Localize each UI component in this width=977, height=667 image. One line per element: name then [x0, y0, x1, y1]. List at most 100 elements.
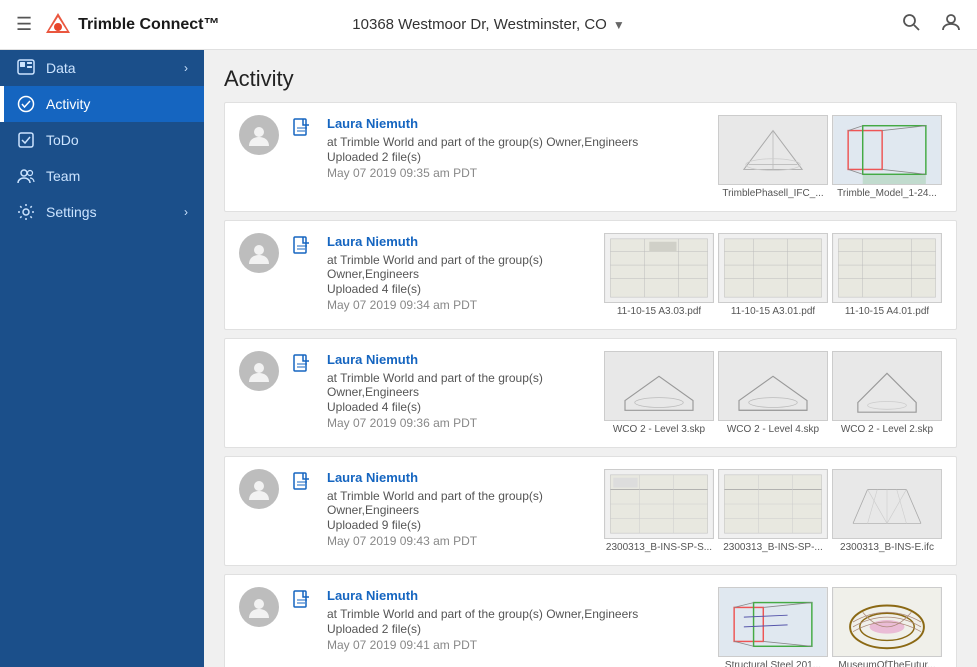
- thumbnail[interactable]: [718, 233, 828, 303]
- todo-icon: [16, 130, 36, 150]
- activity-meta: Uploaded 4 file(s): [327, 282, 592, 296]
- thumb-wrap[interactable]: WCO 2 - Level 3.skp: [604, 351, 714, 435]
- activity-item: Laura Niemuth at Trimble World and part …: [224, 220, 957, 330]
- avatar: [239, 233, 279, 273]
- sidebar-activity-label: Activity: [46, 96, 188, 112]
- activity-user-link[interactable]: Laura Niemuth: [327, 116, 418, 131]
- thumb-label: 11-10-15 A4.01.pdf: [845, 306, 929, 317]
- activity-meta: Uploaded 4 file(s): [327, 400, 592, 414]
- activity-time: May 07 2019 09:41 am PDT: [327, 638, 706, 652]
- activity-meta: Uploaded 2 file(s): [327, 622, 706, 636]
- activity-user-link[interactable]: Laura Niemuth: [327, 352, 418, 367]
- header: ☰ Trimble Connect™ 10368 Westmoor Dr, We…: [0, 0, 977, 50]
- menu-icon[interactable]: ☰: [16, 14, 32, 35]
- header-actions: [901, 12, 961, 38]
- sidebar-settings-arrow: ›: [184, 205, 188, 219]
- logo: Trimble Connect™: [44, 11, 219, 39]
- project-title-text: 10368 Westmoor Dr, Westminster, CO: [352, 16, 607, 33]
- thumb-wrap[interactable]: TrimblePhasell_IFC_...: [718, 115, 828, 199]
- activity-thumbnails: WCO 2 - Level 3.skp WCO 2 - Level 4.skp: [604, 351, 942, 435]
- thumbnail[interactable]: [832, 115, 942, 185]
- sidebar-todo-label: ToDo: [46, 132, 188, 148]
- file-icon: [291, 353, 315, 377]
- activity-time: May 07 2019 09:34 am PDT: [327, 298, 592, 312]
- activity-header: Activity: [204, 50, 977, 102]
- thumb-wrap[interactable]: MuseumOfTheFutur...: [832, 587, 942, 667]
- thumbnail[interactable]: [718, 469, 828, 539]
- thumb-wrap[interactable]: 11-10-15 A4.01.pdf: [832, 233, 942, 317]
- thumbnail[interactable]: [718, 587, 828, 657]
- activity-title: Activity: [224, 66, 957, 92]
- sidebar-item-data[interactable]: Data ›: [0, 50, 204, 86]
- activity-thumbnails: 11-10-15 A3.03.pdf: [604, 233, 942, 317]
- avatar: [239, 587, 279, 627]
- account-icon[interactable]: [941, 12, 961, 38]
- thumbnail[interactable]: [718, 351, 828, 421]
- thumbnail[interactable]: [718, 115, 828, 185]
- activity-user-link[interactable]: Laura Niemuth: [327, 588, 418, 603]
- activity-time: May 07 2019 09:35 am PDT: [327, 166, 706, 180]
- activity-info: Laura Niemuth at Trimble World and part …: [327, 233, 592, 312]
- thumbnail[interactable]: [604, 233, 714, 303]
- avatar: [239, 115, 279, 155]
- thumb-label: WCO 2 - Level 3.skp: [613, 424, 705, 435]
- activity-description: at Trimble World and part of the group(s…: [327, 489, 592, 517]
- activity-info: Laura Niemuth at Trimble World and part …: [327, 351, 592, 430]
- activity-description: at Trimble World and part of the group(s…: [327, 253, 592, 281]
- thumb-wrap[interactable]: Trimble_Model_1-24...: [832, 115, 942, 199]
- activity-user-link[interactable]: Laura Niemuth: [327, 234, 418, 249]
- thumb-wrap[interactable]: WCO 2 - Level 2.skp: [832, 351, 942, 435]
- search-icon[interactable]: [901, 12, 921, 38]
- activity-time: May 07 2019 09:36 am PDT: [327, 416, 592, 430]
- activity-thumbnails: 2300313_B-INS-SP-S...: [604, 469, 942, 553]
- sidebar-item-team[interactable]: Team: [0, 158, 204, 194]
- file-icon: [291, 471, 315, 495]
- layout: Data › Activity ToDo Team: [0, 50, 977, 667]
- thumb-label: 2300313_B-INS-SP-...: [723, 542, 823, 553]
- activity-item: Laura Niemuth at Trimble World and part …: [224, 574, 957, 667]
- thumbnail[interactable]: [832, 351, 942, 421]
- activity-info: Laura Niemuth at Trimble World and part …: [327, 587, 706, 652]
- thumb-wrap[interactable]: 2300313_B-INS-SP-S...: [604, 469, 714, 553]
- sidebar-data-label: Data: [46, 60, 184, 76]
- thumb-label: WCO 2 - Level 2.skp: [841, 424, 933, 435]
- activity-thumbnails: Structural Steel 201...: [718, 587, 942, 667]
- activity-meta: Uploaded 2 file(s): [327, 150, 706, 164]
- activity-feed: Laura Niemuth at Trimble World and part …: [204, 102, 977, 667]
- logo-text: Trimble Connect™: [78, 16, 219, 34]
- file-icon: [291, 589, 315, 613]
- thumb-label: WCO 2 - Level 4.skp: [727, 424, 819, 435]
- thumb-wrap[interactable]: Structural Steel 201...: [718, 587, 828, 667]
- activity-description: at Trimble World and part of the group(s…: [327, 371, 592, 399]
- team-icon: [16, 166, 36, 186]
- activity-item: Laura Niemuth at Trimble World and part …: [224, 338, 957, 448]
- main-content: Activity Laura Niemuth at Trimble World …: [204, 50, 977, 667]
- sidebar-item-todo[interactable]: ToDo: [0, 122, 204, 158]
- thumb-wrap[interactable]: 11-10-15 A3.01.pdf: [718, 233, 828, 317]
- thumb-label: MuseumOfTheFutur...: [838, 660, 935, 667]
- thumbnail[interactable]: [832, 233, 942, 303]
- thumbnail[interactable]: [604, 469, 714, 539]
- sidebar-item-settings[interactable]: Settings ›: [0, 194, 204, 230]
- thumb-label: Trimble_Model_1-24...: [837, 188, 937, 199]
- sidebar-data-arrow: ›: [184, 61, 188, 75]
- thumb-label: 2300313_B-INS-SP-S...: [606, 542, 712, 553]
- avatar: [239, 351, 279, 391]
- thumbnail[interactable]: [832, 587, 942, 657]
- activity-user-link[interactable]: Laura Niemuth: [327, 470, 418, 485]
- thumb-wrap[interactable]: 2300313_B-INS-SP-...: [718, 469, 828, 553]
- sidebar-team-label: Team: [46, 168, 188, 184]
- thumb-wrap[interactable]: WCO 2 - Level 4.skp: [718, 351, 828, 435]
- thumb-label: 11-10-15 A3.01.pdf: [731, 306, 815, 317]
- activity-item: Laura Niemuth at Trimble World and part …: [224, 102, 957, 212]
- project-title[interactable]: 10368 Westmoor Dr, Westminster, CO ▼: [352, 16, 624, 33]
- activity-meta: Uploaded 9 file(s): [327, 518, 592, 532]
- activity-thumbnails: TrimblePhasell_IFC_...: [718, 115, 942, 199]
- thumb-wrap[interactable]: 11-10-15 A3.03.pdf: [604, 233, 714, 317]
- sidebar-item-activity[interactable]: Activity: [0, 86, 204, 122]
- chevron-down-icon: ▼: [613, 18, 625, 32]
- thumbnail[interactable]: [604, 351, 714, 421]
- thumbnail[interactable]: [832, 469, 942, 539]
- thumb-wrap[interactable]: 2300313_B-INS-E.ifc: [832, 469, 942, 553]
- thumb-label: 11-10-15 A3.03.pdf: [617, 306, 701, 317]
